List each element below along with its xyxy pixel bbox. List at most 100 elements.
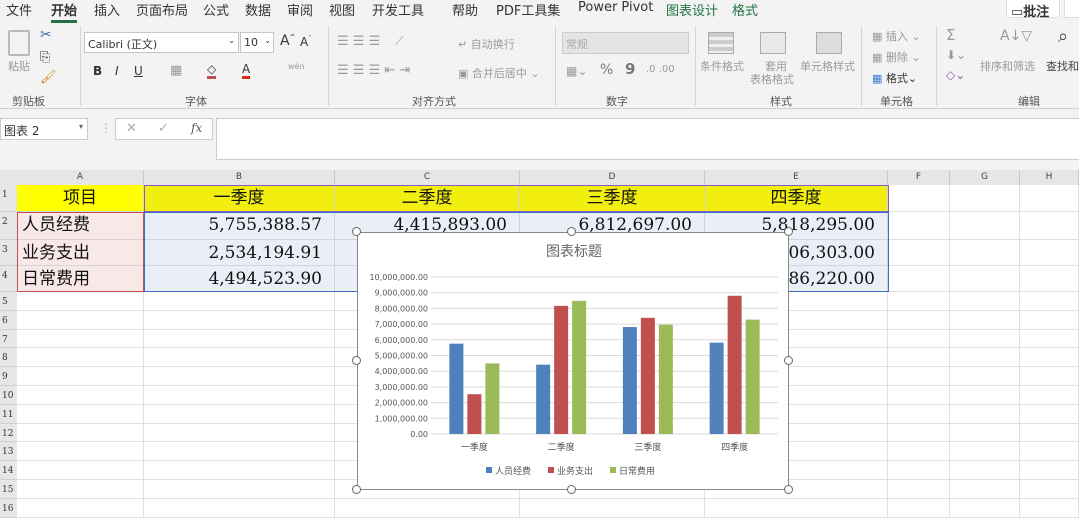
- tab-chart-design[interactable]: 图表设计: [666, 0, 718, 19]
- share-button[interactable]: [1064, 0, 1079, 18]
- insert-function-icon[interactable]: fx: [191, 121, 202, 135]
- decimal-icon[interactable]: .0 .00: [646, 64, 675, 75]
- format-painter-icon[interactable]: 🖌: [40, 70, 57, 85]
- row-header-14[interactable]: 14: [0, 461, 17, 480]
- chart-resize-handle[interactable]: [352, 227, 361, 236]
- row-header-13[interactable]: 13: [0, 442, 17, 462]
- row-header-10[interactable]: 10: [0, 386, 17, 405]
- bar-日常费用-四季度[interactable]: [745, 319, 760, 434]
- bar-业务支出-三季度[interactable]: [640, 317, 655, 434]
- row-header-16[interactable]: 16: [0, 498, 17, 518]
- italic-button[interactable]: I: [115, 64, 119, 78]
- chart-resize-handle[interactable]: [567, 485, 576, 494]
- row-header-11[interactable]: 11: [0, 404, 17, 424]
- find-icon[interactable]: ⌕: [1058, 26, 1068, 47]
- conditional-format-button[interactable]: 条件格式: [700, 58, 744, 74]
- wrap-text-button[interactable]: ↵ 自动换行: [458, 36, 515, 52]
- header-cell[interactable]: 项目: [17, 185, 144, 212]
- border-icon[interactable]: ▦: [170, 63, 182, 78]
- column-header-G[interactable]: G: [950, 170, 1020, 185]
- percent-button[interactable]: %: [600, 62, 613, 78]
- bar-业务支出-二季度[interactable]: [554, 305, 569, 434]
- legend-entry[interactable]: 人员经费: [495, 465, 531, 477]
- delete-cells-button[interactable]: ▦ 删除 ⌄: [872, 49, 921, 65]
- fill-icon[interactable]: ⬇⌄: [946, 48, 966, 62]
- legend-entry[interactable]: 日常费用: [619, 465, 655, 477]
- tab-format[interactable]: 格式: [732, 0, 758, 19]
- cell-styles-icon[interactable]: [816, 32, 842, 54]
- row-header-5[interactable]: 5: [0, 292, 17, 311]
- tab-developer[interactable]: 开发工具: [372, 0, 424, 19]
- align-top-icon[interactable]: ☰ ☰ ☰: [337, 34, 380, 49]
- number-format-select[interactable]: 常规: [562, 32, 689, 54]
- enter-icon[interactable]: ✓: [158, 121, 169, 136]
- chart[interactable]: 图表标题 0.00 1,000,000.00 2,000,000.00 3,000,00…: [357, 232, 789, 490]
- tab-view[interactable]: 视图: [329, 0, 355, 19]
- bar-人员经费-四季度[interactable]: [709, 342, 724, 434]
- bar-日常费用-三季度[interactable]: [658, 324, 673, 434]
- merge-center-button[interactable]: ▣ 合并后居中 ⌄: [458, 65, 540, 81]
- format-table-label2[interactable]: 表格格式: [750, 71, 794, 87]
- row-header-15[interactable]: 15: [0, 480, 17, 499]
- clear-icon[interactable]: ◇⌄: [946, 68, 965, 82]
- column-header-D[interactable]: D: [520, 170, 705, 185]
- copy-icon[interactable]: ⎘: [40, 50, 50, 65]
- chart-resize-handle[interactable]: [567, 227, 576, 236]
- row-header-7[interactable]: 7: [0, 329, 17, 349]
- cut-icon[interactable]: ✂: [40, 27, 52, 43]
- row-header-1[interactable]: 1: [0, 185, 17, 212]
- underline-button[interactable]: U: [134, 64, 143, 78]
- column-header-A[interactable]: A: [17, 170, 144, 185]
- phonetic-icon[interactable]: wén: [288, 62, 305, 71]
- tab-home[interactable]: 开始: [51, 0, 78, 23]
- font-name-select[interactable]: Calibri (正文) ⌄: [84, 32, 239, 53]
- find-select-button[interactable]: 查找和: [1046, 58, 1079, 74]
- row-header-3[interactable]: 3: [0, 240, 17, 266]
- name-box[interactable]: 图表 2 ▾: [0, 118, 88, 140]
- chart-resize-handle[interactable]: [784, 485, 793, 494]
- increase-font-icon[interactable]: A^: [280, 33, 295, 49]
- tab-help[interactable]: 帮助: [452, 0, 478, 19]
- bar-日常费用-一季度[interactable]: [485, 363, 500, 434]
- chart-title[interactable]: 图表标题: [546, 244, 602, 260]
- cancel-icon[interactable]: ✕: [126, 121, 137, 136]
- tab-power-pivot[interactable]: Power Pivot: [578, 0, 653, 15]
- column-header-B[interactable]: B: [144, 170, 335, 185]
- select-all-button[interactable]: [0, 170, 17, 185]
- tab-file[interactable]: 文件: [6, 0, 32, 19]
- row-header-12[interactable]: 12: [0, 423, 17, 443]
- tab-data[interactable]: 数据: [245, 0, 271, 19]
- bar-业务支出-四季度[interactable]: [727, 295, 742, 434]
- insert-cells-button[interactable]: ▦ 插入 ⌄: [872, 28, 921, 44]
- font-size-select[interactable]: 10 ⌄: [240, 32, 274, 53]
- tab-page-layout[interactable]: 页面布局: [136, 0, 188, 19]
- format-table-icon[interactable]: [760, 32, 786, 54]
- column-header-E[interactable]: E: [705, 170, 888, 185]
- bar-人员经费-一季度[interactable]: [449, 343, 464, 434]
- paste-label[interactable]: 粘贴: [8, 58, 30, 74]
- bar-人员经费-三季度[interactable]: [622, 327, 637, 434]
- conditional-format-icon[interactable]: [708, 32, 734, 54]
- sort-filter-button[interactable]: 排序和筛选: [980, 58, 1035, 74]
- tab-review[interactable]: 审阅: [287, 0, 313, 19]
- comma-button[interactable]: 9: [625, 60, 635, 78]
- sort-filter-icon[interactable]: A↓▽: [1000, 28, 1032, 44]
- autosum-button[interactable]: Σ: [946, 26, 955, 44]
- row-header-4[interactable]: 4: [0, 266, 17, 292]
- bar-业务支出-一季度[interactable]: [467, 394, 482, 434]
- formula-input[interactable]: [216, 118, 1079, 160]
- column-header-C[interactable]: C: [335, 170, 520, 185]
- legend-entry[interactable]: 业务支出: [557, 465, 593, 477]
- drag-handle-icon[interactable]: ⋮: [100, 121, 112, 135]
- column-header-H[interactable]: H: [1020, 170, 1079, 185]
- tab-insert[interactable]: 插入: [94, 0, 120, 19]
- bar-人员经费-二季度[interactable]: [536, 364, 551, 434]
- orientation-icon[interactable]: ⟋: [395, 34, 403, 49]
- decrease-font-icon[interactable]: Aˇ: [300, 35, 312, 49]
- bar-日常费用-二季度[interactable]: [572, 300, 587, 434]
- tab-pdf[interactable]: PDF工具集: [496, 0, 560, 19]
- chart-resize-handle[interactable]: [784, 227, 793, 236]
- tab-formulas[interactable]: 公式: [203, 0, 229, 19]
- fill-color-icon[interactable]: ◇: [207, 62, 217, 79]
- chart-resize-handle[interactable]: [352, 356, 361, 365]
